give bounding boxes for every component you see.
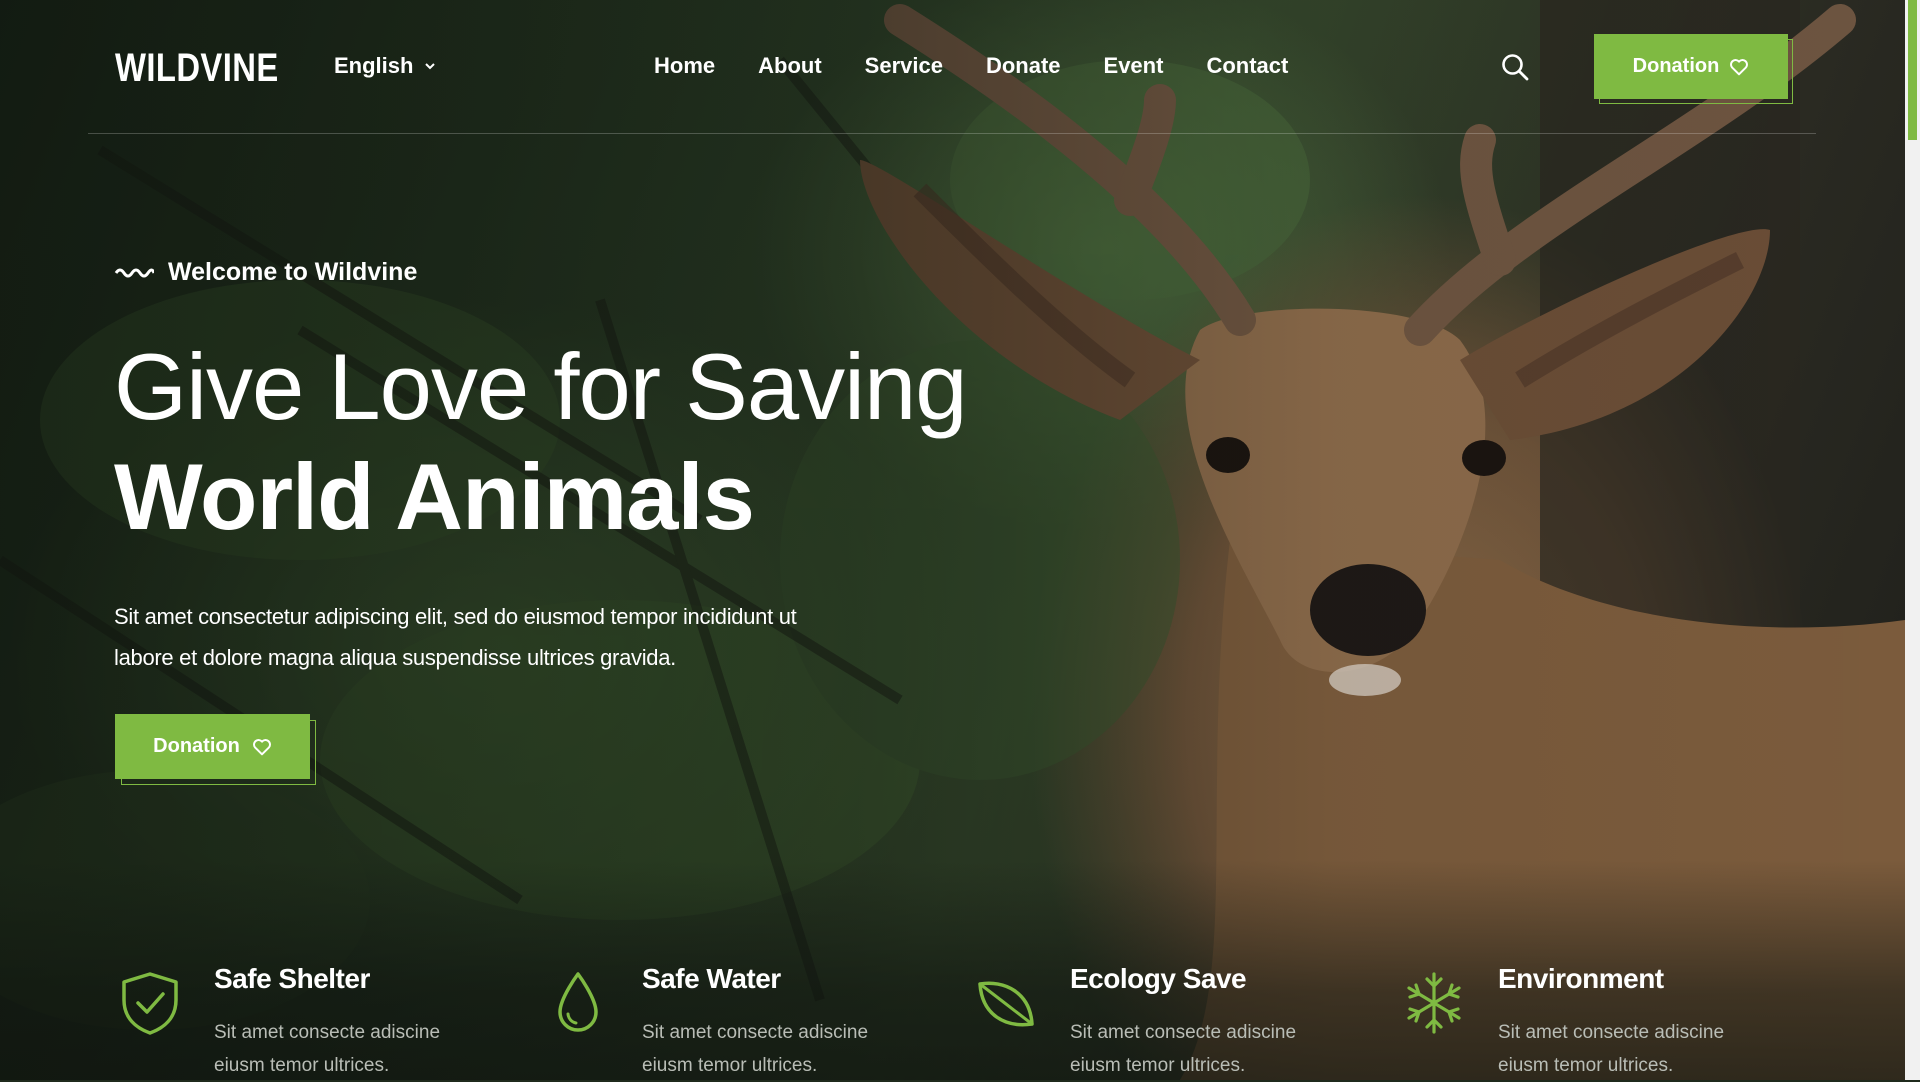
donation-label: Donation — [1632, 55, 1720, 77]
feature-description: Sit amet consecte adiscine eiusm temor u… — [214, 1016, 474, 1082]
hero-donation-button[interactable]: Donation — [115, 714, 310, 779]
nav-item-home[interactable]: Home — [654, 53, 715, 79]
welcome-text: Welcome to Wildvine — [168, 258, 418, 286]
welcome-tagline: Welcome to Wildvine — [114, 258, 417, 287]
main-nav: Home About Service Donate Event Contact — [654, 53, 1331, 79]
search-icon[interactable] — [1500, 52, 1530, 82]
feature-title: Safe Shelter — [214, 963, 370, 994]
hero-description: Sit amet consectetur adipiscing elit, se… — [114, 596, 874, 678]
hero-description-line-1: Sit amet consectetur adipiscing elit, se… — [114, 604, 797, 629]
hero-description-line-2: labore et dolore magna aliqua suspendiss… — [114, 645, 676, 670]
page-scrollbar[interactable] — [1905, 0, 1920, 1080]
feature-description: Sit amet consecte adiscine eiusm temor u… — [642, 1016, 902, 1082]
site-logo[interactable]: WILDVINE — [115, 46, 279, 90]
scrollbar-thumb[interactable] — [1908, 0, 1917, 140]
language-label: English — [334, 53, 414, 78]
feature-safe-shelter: Safe Shelter Sit amet consecte adiscine … — [118, 960, 498, 1080]
language-selector[interactable]: English — [334, 53, 437, 79]
heart-icon — [1730, 58, 1749, 75]
feature-desc-line-2: eiusm temor ultrices. — [1498, 1055, 1674, 1076]
feature-desc-line-1: Sit amet consecte adiscine — [214, 1022, 441, 1043]
feature-desc-line-1: Sit amet consecte adiscine — [642, 1022, 869, 1043]
feature-title: Environment — [1498, 963, 1664, 994]
hero-title-line-2: World Animals — [114, 444, 755, 549]
feature-desc-line-2: eiusm temor ultrices. — [642, 1055, 818, 1076]
hero-title-line-1: Give Love for Saving — [114, 334, 968, 439]
shield-check-icon — [122, 972, 178, 1035]
heart-icon — [252, 738, 271, 755]
nav-item-donate[interactable]: Donate — [986, 53, 1061, 79]
feature-safe-water: Safe Water Sit amet consecte adiscine ei… — [546, 960, 926, 1080]
water-drop-icon — [558, 972, 598, 1032]
feature-title: Safe Water — [642, 963, 781, 994]
feature-environment: Environment Sit amet consecte adiscine e… — [1402, 960, 1782, 1080]
feature-desc-line-1: Sit amet consecte adiscine — [1070, 1022, 1297, 1043]
feature-title: Ecology Save — [1070, 963, 1247, 994]
nav-item-contact[interactable]: Contact — [1206, 53, 1288, 79]
nav-item-service[interactable]: Service — [865, 53, 943, 79]
donation-label: Donation — [153, 735, 240, 757]
nav-item-event[interactable]: Event — [1104, 53, 1164, 79]
feature-description: Sit amet consecte adiscine eiusm temor u… — [1070, 1016, 1330, 1082]
feature-description: Sit amet consecte adiscine eiusm temor u… — [1498, 1016, 1758, 1082]
feature-desc-line-2: eiusm temor ultrices. — [1070, 1055, 1246, 1076]
site-header: WILDVINE English Home About Service Dona… — [88, 0, 1816, 134]
chevron-down-icon — [425, 63, 436, 70]
feature-desc-line-1: Sit amet consecte adiscine — [1498, 1022, 1725, 1043]
wave-icon — [114, 268, 154, 277]
leaf-icon — [978, 981, 1034, 1027]
header-donation-button[interactable]: Donation — [1594, 34, 1788, 99]
feature-ecology-save: Ecology Save Sit amet consecte adiscine … — [974, 960, 1354, 1080]
snowflake-icon — [1407, 972, 1461, 1034]
feature-desc-line-2: eiusm temor ultrices. — [214, 1055, 390, 1076]
nav-item-about[interactable]: About — [758, 53, 822, 79]
